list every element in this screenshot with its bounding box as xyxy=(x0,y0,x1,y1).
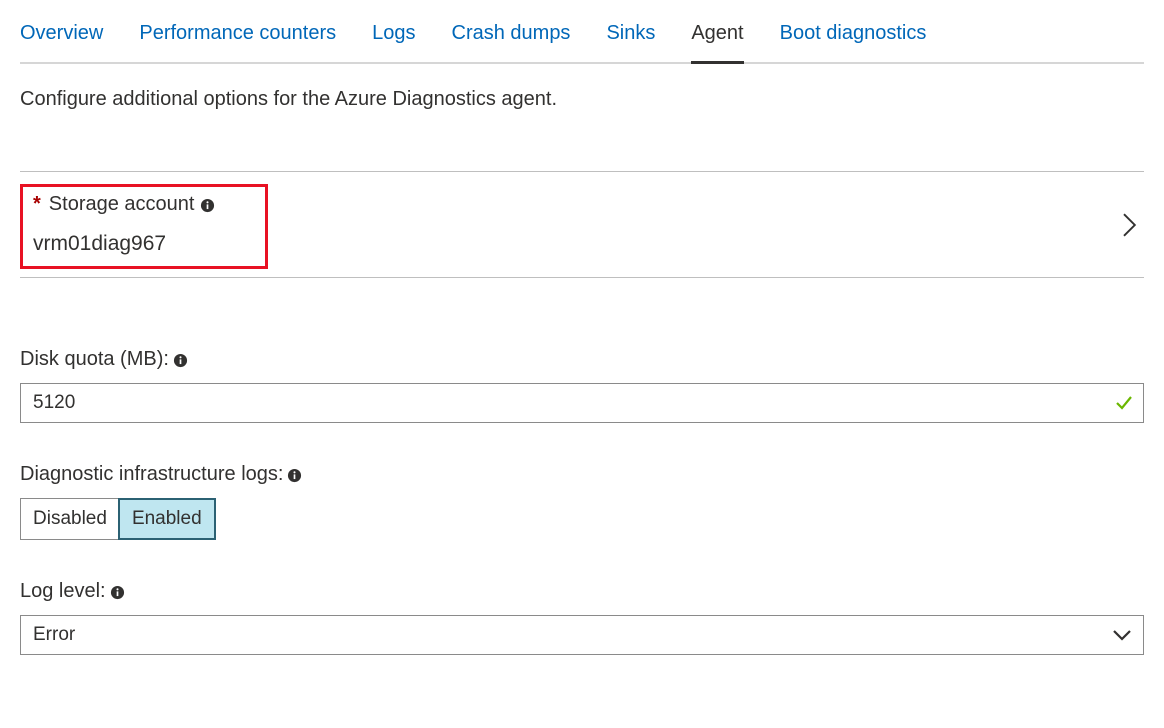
chevron-right-icon xyxy=(1122,213,1138,237)
storage-account-row[interactable]: * Storage account vrm01diag967 xyxy=(20,171,1144,278)
tab-agent[interactable]: Agent xyxy=(691,16,743,64)
disk-quota-input[interactable] xyxy=(20,383,1144,423)
info-icon xyxy=(173,353,188,368)
log-level-label: Log level: xyxy=(20,580,1144,603)
infra-logs-label: Diagnostic infrastructure logs: xyxy=(20,463,1144,486)
toggle-enabled[interactable]: Enabled xyxy=(118,498,216,540)
tab-crash-dumps[interactable]: Crash dumps xyxy=(452,16,571,64)
info-icon xyxy=(110,585,125,600)
log-level-select[interactable]: Error xyxy=(20,615,1144,655)
check-icon xyxy=(1114,393,1134,413)
info-icon xyxy=(287,468,302,483)
tab-bar: Overview Performance counters Logs Crash… xyxy=(20,16,1144,64)
infra-logs-toggle: Disabled Enabled xyxy=(20,498,216,540)
page-description: Configure additional options for the Azu… xyxy=(20,88,1144,111)
required-asterisk: * xyxy=(33,193,41,216)
tab-performance-counters[interactable]: Performance counters xyxy=(139,16,336,64)
storage-account-value: vrm01diag967 xyxy=(33,232,255,256)
tab-logs[interactable]: Logs xyxy=(372,16,415,64)
tab-overview[interactable]: Overview xyxy=(20,16,103,64)
toggle-disabled[interactable]: Disabled xyxy=(21,499,119,539)
tab-boot-diagnostics[interactable]: Boot diagnostics xyxy=(780,16,927,64)
disk-quota-label: Disk quota (MB): xyxy=(20,348,1144,371)
tab-sinks[interactable]: Sinks xyxy=(606,16,655,64)
storage-account-label: * Storage account xyxy=(33,193,255,216)
info-icon xyxy=(200,198,215,213)
